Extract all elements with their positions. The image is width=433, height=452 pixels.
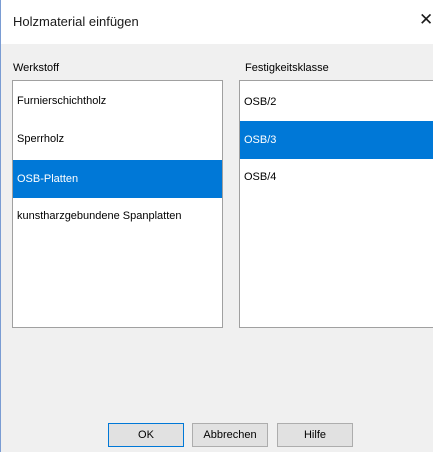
cancel-button[interactable]: Abbrechen (192, 423, 268, 447)
list-item-kunstharzgebundene-spanplatten[interactable]: kunstharzgebundene Spanplatten (13, 210, 222, 222)
strength-column-header: Festigkeitsklasse (245, 62, 329, 74)
help-button[interactable]: Hilfe (277, 423, 353, 447)
ok-button[interactable]: OK (108, 423, 184, 447)
title-bar[interactable]: Holzmaterial einfügen ✕ (1, 0, 433, 44)
dialog-title: Holzmaterial einfügen (13, 14, 139, 29)
list-item-osb-3[interactable]: OSB/3 (240, 121, 433, 159)
material-list[interactable]: Furnierschichtholz Sperrholz OSB-Platten… (12, 80, 223, 328)
close-icon[interactable]: ✕ (419, 11, 433, 28)
list-item-osb-4[interactable]: OSB/4 (240, 171, 433, 183)
strength-list[interactable]: OSB/2 OSB/3 OSB/4 (239, 80, 433, 328)
list-item-osb-2[interactable]: OSB/2 (240, 96, 433, 108)
dialog-window: Holzmaterial einfügen ✕ Werkstoff Furnie… (0, 0, 433, 452)
list-item-furnierschichtholz[interactable]: Furnierschichtholz (13, 95, 222, 107)
material-column-header: Werkstoff (13, 62, 60, 74)
list-item-sperrholz[interactable]: Sperrholz (13, 133, 222, 145)
list-item-osb-platten[interactable]: OSB-Platten (13, 160, 222, 198)
